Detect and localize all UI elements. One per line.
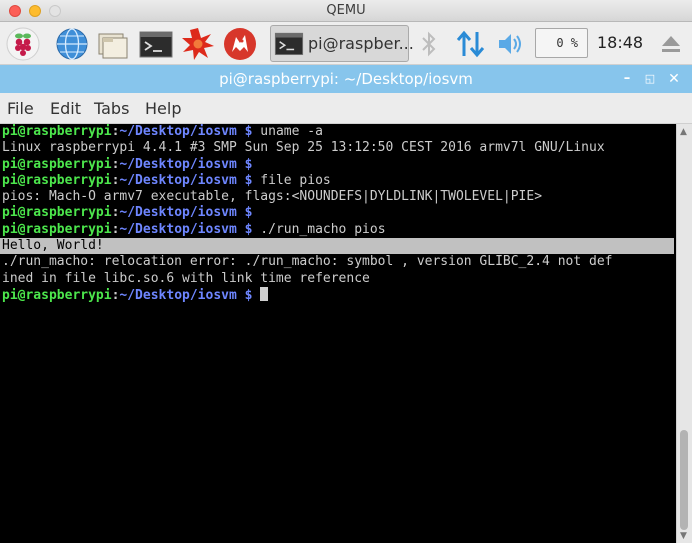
output-line: ined in file libc.so.6 with link time re… [2, 271, 674, 287]
taskbar: pi@raspber... 0 % 18:48 [0, 22, 692, 65]
menu-tabs[interactable]: Tabs [94, 99, 129, 118]
output-line: Hello, World! [0, 238, 674, 255]
prompt-path: ~/Desktop/iosvm $ [119, 124, 253, 139]
menu-bar: File Edit Tabs Help [0, 93, 692, 124]
prompt-user: pi@raspberrypi [2, 124, 112, 139]
wolfram-icon[interactable] [223, 27, 257, 61]
output-text: ./run_macho: relocation error: ./run_mac… [2, 254, 613, 270]
prompt-line: pi@raspberrypi:~/Desktop/iosvm $ file pi… [2, 173, 674, 189]
text-cursor [260, 286, 269, 301]
prompt-line: pi@raspberrypi:~/Desktop/iosvm $ [2, 286, 674, 303]
command-text: uname -a [252, 124, 323, 139]
terminal-output[interactable]: pi@raspberrypi:~/Desktop/iosvm $ uname -… [0, 124, 676, 543]
prompt-user: pi@raspberrypi [2, 221, 112, 237]
terminal-close-button[interactable]: ✕ [664, 69, 684, 89]
prompt-line: pi@raspberrypi:~/Desktop/iosvm $ ./run_m… [2, 222, 674, 238]
prompt-path: ~/Desktop/iosvm $ [119, 287, 253, 303]
prompt-path: ~/Desktop/iosvm $ [119, 221, 253, 237]
output-line: pios: Mach-O armv7 executable, flags:<NO… [2, 189, 674, 205]
prompt-path: ~/Desktop/iosvm $ [119, 156, 253, 172]
prompt-user: pi@raspberrypi [2, 172, 112, 188]
terminal-maximize-button[interactable]: ◱ [640, 69, 660, 89]
prompt-line: pi@raspberrypi:~/Desktop/iosvm $ [2, 205, 674, 221]
output-text: ined in file libc.so.6 with link time re… [2, 270, 370, 286]
prompt-user: pi@raspberrypi [2, 205, 112, 221]
menu-file[interactable]: File [7, 99, 34, 118]
prompt-user: pi@raspberrypi [2, 156, 112, 172]
volume-icon[interactable] [497, 31, 525, 57]
file-manager-icon[interactable] [96, 27, 130, 61]
scroll-up-icon[interactable]: ▲ [680, 127, 687, 137]
eject-icon[interactable] [660, 34, 682, 54]
prompt-user: pi@raspberrypi [2, 287, 112, 303]
terminal-title: pi@raspberrypi: ~/Desktop/iosvm [219, 70, 473, 88]
network-icon[interactable] [455, 28, 487, 60]
terminal-icon [274, 32, 304, 56]
app-titlebar: QEMU [0, 0, 692, 22]
clock[interactable]: 18:48 [597, 33, 643, 52]
terminal-icon[interactable] [139, 27, 173, 61]
command-text: file pios [252, 172, 331, 188]
cpu-usage: 0 % [556, 36, 578, 50]
output-line: ./run_macho: relocation error: ./run_mac… [2, 254, 674, 270]
scroll-down-icon[interactable]: ▼ [680, 531, 687, 541]
bluetooth-icon[interactable] [419, 30, 439, 58]
output-text: pios: Mach-O armv7 executable, flags:<NO… [2, 189, 543, 205]
command-text [252, 288, 260, 303]
terminal-titlebar: pi@raspberrypi: ~/Desktop/iosvm – ◱ ✕ [0, 65, 692, 93]
menu-help[interactable]: Help [145, 99, 181, 118]
prompt-line: pi@raspberrypi:~/Desktop/iosvm $ uname -… [2, 124, 674, 140]
prompt-line: pi@raspberrypi:~/Desktop/iosvm $ [2, 157, 674, 173]
prompt-path: ~/Desktop/iosvm $ [119, 172, 253, 188]
raspberry-menu-icon[interactable] [6, 27, 40, 61]
taskbar-terminal-task[interactable]: pi@raspber... [270, 25, 414, 62]
output-text: Linux raspberrypi 4.4.1 #3 SMP Sun Sep 2… [2, 140, 605, 156]
menu-edit[interactable]: Edit [50, 99, 81, 118]
command-text: ./run_macho pios [252, 221, 386, 237]
scrollbar-thumb[interactable] [680, 430, 688, 530]
output-line: Linux raspberrypi 4.4.1 #3 SMP Sun Sep 2… [2, 140, 674, 156]
mathematica-icon[interactable] [181, 27, 215, 61]
prompt-path: ~/Desktop/iosvm $ [119, 205, 253, 221]
cpu-monitor[interactable]: 0 % [535, 28, 588, 58]
taskbar-task-label: pi@raspber... [308, 34, 414, 53]
app-title: QEMU [326, 3, 366, 18]
highlighted-output: Hello, World! [2, 238, 104, 254]
terminal-scrollbar[interactable]: ▲ ▼ [676, 124, 692, 543]
terminal-lines: pi@raspberrypi:~/Desktop/iosvm $ uname -… [0, 124, 674, 303]
terminal-minimize-button[interactable]: – [617, 69, 637, 89]
web-browser-icon[interactable] [55, 27, 89, 61]
